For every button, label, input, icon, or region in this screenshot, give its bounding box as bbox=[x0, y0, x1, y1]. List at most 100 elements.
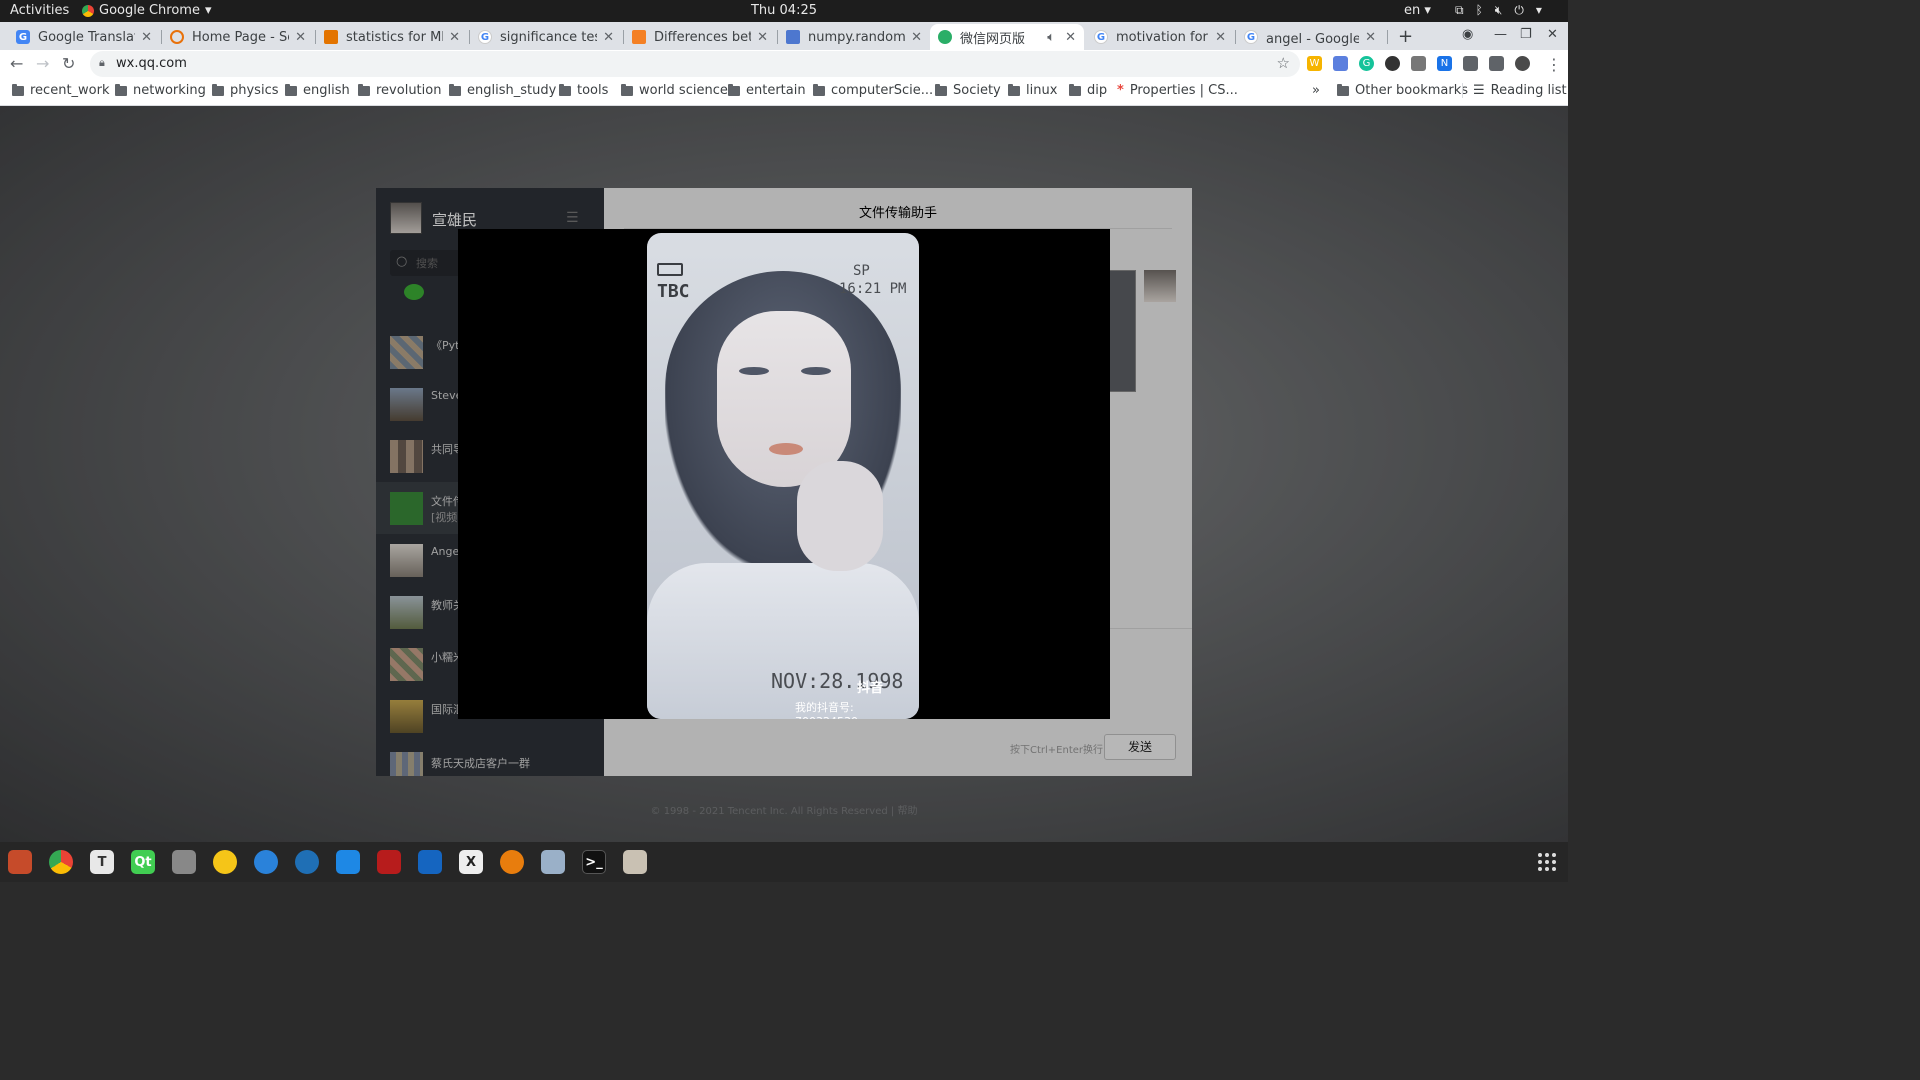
close-icon[interactable]: ✕ bbox=[757, 30, 768, 45]
bookmark-folder[interactable]: tools bbox=[559, 83, 608, 98]
tab-search-icon[interactable]: ◉ bbox=[1462, 27, 1473, 42]
google-icon: G bbox=[1244, 30, 1258, 44]
text-editor-icon[interactable]: T bbox=[90, 850, 114, 874]
grammarly-icon[interactable]: G bbox=[1359, 56, 1374, 71]
asterisk-icon: * bbox=[1117, 83, 1124, 98]
browser-toolbar: ← → ↻ 🔒︎ wx.qq.com ☆ W G N ⋮ bbox=[0, 50, 1568, 78]
folder-icon bbox=[728, 83, 740, 96]
close-window-icon[interactable]: ✕ bbox=[1547, 27, 1558, 42]
bookmark-folder[interactable]: world science bbox=[621, 83, 728, 98]
bookmark-folder[interactable]: revolution bbox=[358, 83, 441, 98]
tab-motivation[interactable]: G motivation for gi ✕ bbox=[1086, 24, 1234, 50]
bookmark-folder[interactable]: networking bbox=[115, 83, 206, 98]
bookmarks-overflow-button[interactable]: » bbox=[1312, 83, 1320, 98]
globe-icon[interactable] bbox=[295, 850, 319, 874]
blender-icon[interactable] bbox=[500, 850, 524, 874]
close-icon[interactable]: ✕ bbox=[603, 30, 614, 45]
close-icon[interactable]: ✕ bbox=[1065, 30, 1076, 45]
minimize-icon[interactable]: — bbox=[1494, 27, 1507, 42]
input-language[interactable]: en ▾ bbox=[1404, 3, 1431, 18]
tab-google-translate[interactable]: G Google Translate ✕ bbox=[8, 24, 160, 50]
qt-creator-icon[interactable]: Qt bbox=[131, 850, 155, 874]
restore-icon[interactable]: ❐ bbox=[1520, 27, 1532, 42]
reading-list[interactable]: ☰ Reading list bbox=[1462, 83, 1567, 98]
folder-icon bbox=[358, 83, 370, 96]
more-vert-icon[interactable]: ⋮ bbox=[1546, 55, 1562, 74]
media-control-icon[interactable] bbox=[1489, 56, 1504, 71]
audio-playing-icon[interactable]: 🔈︎ bbox=[1047, 30, 1055, 45]
chrome-icon[interactable] bbox=[49, 850, 73, 874]
remote-desktop-icon[interactable] bbox=[336, 850, 360, 874]
files-icon[interactable] bbox=[8, 850, 32, 874]
wing-ide-icon[interactable] bbox=[418, 850, 442, 874]
tab-statistics[interactable]: statistics for ML - ✕ bbox=[316, 24, 468, 50]
forward-icon[interactable]: → bbox=[36, 54, 49, 73]
bookmark-folder[interactable]: entertain bbox=[728, 83, 806, 98]
other-bookmarks[interactable]: Other bookmarks bbox=[1337, 83, 1468, 98]
profile-avatar[interactable] bbox=[1515, 56, 1530, 71]
close-icon[interactable]: ✕ bbox=[1365, 30, 1376, 45]
refresh-app-icon[interactable] bbox=[254, 850, 278, 874]
tab-differences[interactable]: Differences betw ✕ bbox=[624, 24, 776, 50]
address-bar[interactable]: 🔒︎ wx.qq.com ☆ bbox=[90, 51, 1300, 77]
camera-icon[interactable] bbox=[1411, 56, 1426, 71]
pdf-reader-icon[interactable] bbox=[377, 850, 401, 874]
bookmark-link[interactable]: * Properties | CS... bbox=[1117, 83, 1238, 98]
back-icon[interactable]: ← bbox=[10, 54, 23, 73]
tab-title: Differences betw bbox=[654, 29, 752, 45]
bookmark-star-icon[interactable]: ☆ bbox=[1277, 54, 1290, 72]
calculator-icon[interactable] bbox=[172, 850, 196, 874]
tab-strip: G Google Translate ✕ Home Page - Selec ✕… bbox=[0, 22, 1568, 50]
tab-significance[interactable]: G significance test a ✕ bbox=[470, 24, 622, 50]
tab-title: significance test a bbox=[500, 29, 597, 45]
tab-selenium[interactable]: Home Page - Selec ✕ bbox=[162, 24, 314, 50]
tab-angel-search[interactable]: G angel - Google 搜 ✕ bbox=[1236, 24, 1384, 50]
new-tab-button[interactable]: + bbox=[1398, 26, 1413, 47]
qq-icon[interactable] bbox=[213, 850, 237, 874]
bookmark-folder[interactable]: english_study bbox=[449, 83, 556, 98]
extension-new-icon[interactable]: N bbox=[1437, 56, 1452, 71]
extension-circles-icon[interactable] bbox=[1385, 56, 1400, 71]
xmind-icon[interactable]: X bbox=[459, 850, 483, 874]
folder-icon bbox=[621, 83, 633, 96]
close-icon[interactable]: ✕ bbox=[911, 30, 922, 45]
close-icon[interactable]: ✕ bbox=[1215, 30, 1226, 45]
reload-icon[interactable]: ↻ bbox=[62, 54, 75, 73]
bookmark-folder[interactable]: english bbox=[285, 83, 350, 98]
lock-icon[interactable]: 🔒︎ bbox=[99, 56, 105, 70]
close-icon[interactable]: ✕ bbox=[449, 30, 460, 45]
clock[interactable]: Thu 04:25 bbox=[0, 3, 1568, 18]
chevron-down-icon: ▾ bbox=[1535, 3, 1542, 17]
extension-w-icon[interactable]: W bbox=[1307, 56, 1322, 71]
vhs-label: TBC bbox=[657, 281, 690, 302]
volume-muted-icon: 🔇︎ bbox=[1494, 3, 1503, 17]
bookmark-folder[interactable]: physics bbox=[212, 83, 279, 98]
page-viewport: 宣雄民 ☰ ○ 搜索 《Pyt Steve 共同导 文件传 [视频] Angel… bbox=[0, 106, 1568, 842]
tab-numpy[interactable]: numpy.random.ra ✕ bbox=[778, 24, 930, 50]
bookmark-folder[interactable]: computerScie... bbox=[813, 83, 933, 98]
puzzle-icon[interactable] bbox=[1463, 56, 1478, 71]
bookmark-folder[interactable]: Society bbox=[935, 83, 1001, 98]
stackoverflow-icon bbox=[632, 30, 646, 44]
tab-title: angel - Google 搜 bbox=[1266, 31, 1360, 47]
bookmark-folder[interactable]: dip bbox=[1069, 83, 1107, 98]
google-translate-icon: G bbox=[16, 30, 30, 44]
video-preview-modal[interactable]: TBC SP 16:21 PM NOV:28.1998 抖音 我的抖音号: 70… bbox=[458, 229, 1110, 719]
show-applications-icon[interactable] bbox=[1538, 853, 1556, 871]
folder-icon bbox=[813, 83, 825, 96]
extension-doc-icon[interactable] bbox=[1333, 56, 1348, 71]
bookmark-folder[interactable]: linux bbox=[1008, 83, 1057, 98]
system-tray[interactable]: ⧉ ᛒ 🔇︎ ⏻ ▾ bbox=[1455, 3, 1542, 18]
video-frame[interactable]: TBC SP 16:21 PM NOV:28.1998 抖音 我的抖音号: 70… bbox=[647, 233, 919, 719]
bookmark-label: english_study bbox=[467, 83, 557, 98]
writer-icon[interactable] bbox=[541, 850, 565, 874]
terminal-icon[interactable]: >_ bbox=[582, 850, 606, 874]
bookmark-folder[interactable]: recent_work bbox=[12, 83, 110, 98]
bookmark-label: Society bbox=[953, 83, 1001, 98]
tab-title: numpy.random.ra bbox=[808, 29, 906, 45]
tab-title: Google Translate bbox=[38, 29, 135, 45]
image-viewer-icon[interactable] bbox=[623, 850, 647, 874]
close-icon[interactable]: ✕ bbox=[295, 30, 306, 45]
tab-wechat[interactable]: 微信网页版 🔈︎ ✕ bbox=[930, 24, 1084, 50]
close-icon[interactable]: ✕ bbox=[141, 30, 152, 45]
